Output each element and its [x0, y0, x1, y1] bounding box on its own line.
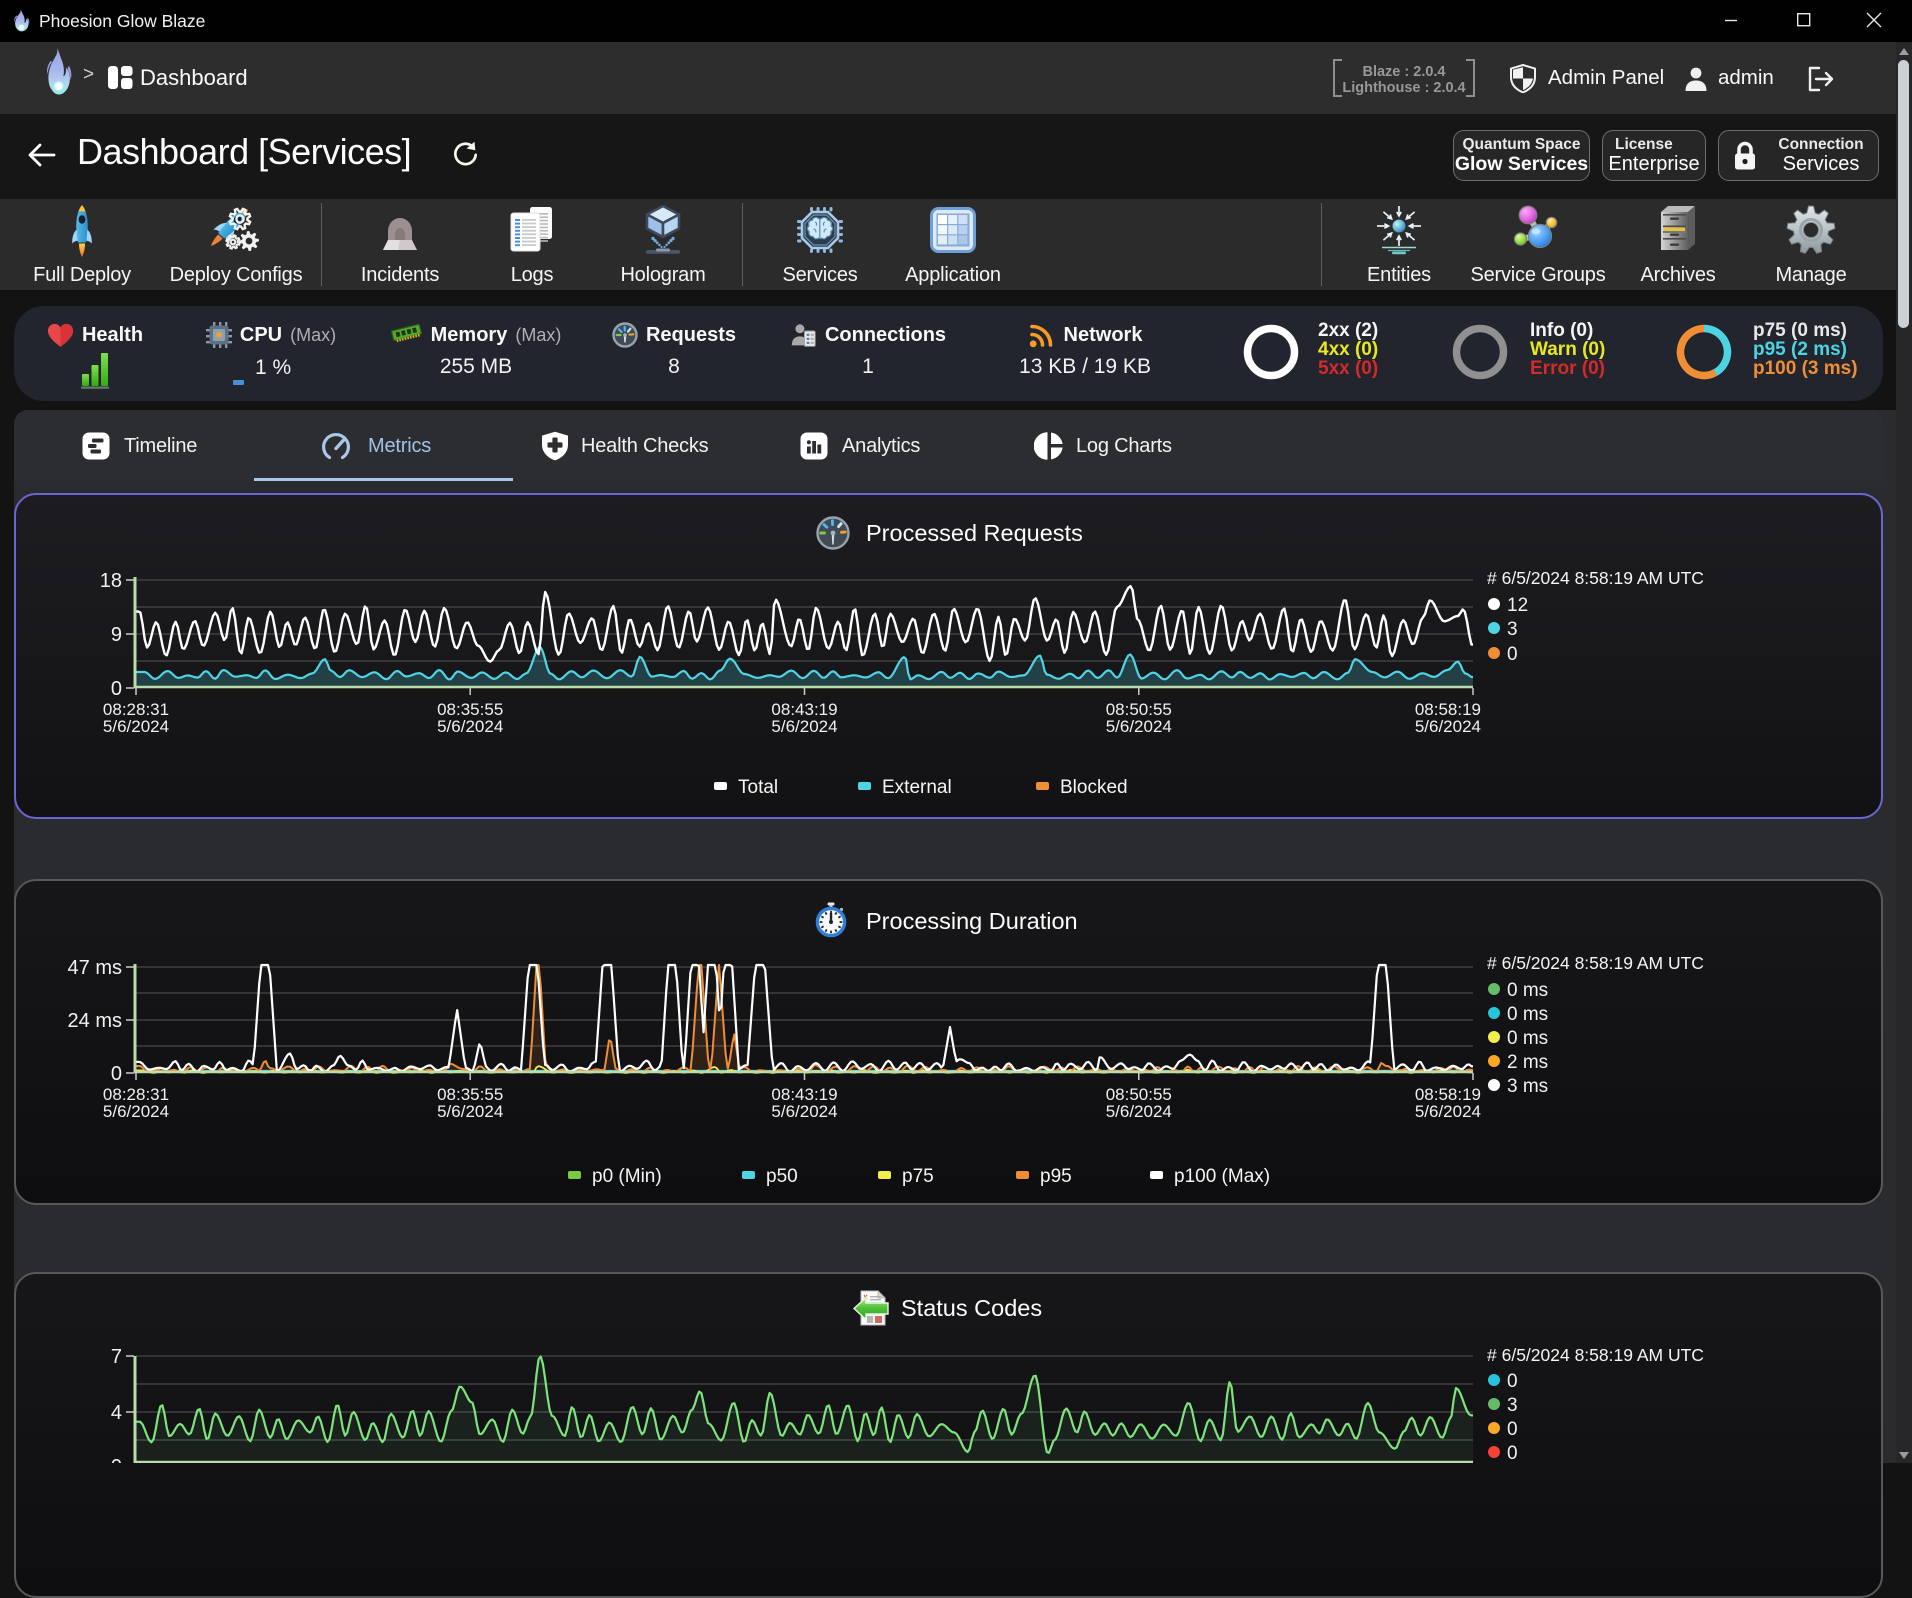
svg-text:3: 3 — [1507, 619, 1518, 640]
svg-text:5/6/2024: 5/6/2024 — [103, 1102, 169, 1121]
svg-text:0: 0 — [1507, 1419, 1518, 1440]
svg-text:3 ms: 3 ms — [1507, 1076, 1548, 1097]
svg-text:p50: p50 — [766, 1166, 798, 1187]
svg-text:0 ms: 0 ms — [1507, 1004, 1548, 1025]
svg-text:0: 0 — [1507, 1443, 1518, 1463]
svg-text:24 ms: 24 ms — [68, 1010, 122, 1032]
svg-text:5/6/2024: 5/6/2024 — [1415, 1102, 1481, 1121]
svg-text:# 6/5/2024 8:58:19 AM UTC: # 6/5/2024 8:58:19 AM UTC — [1487, 1345, 1704, 1365]
svg-text:p0 (Min): p0 (Min) — [592, 1166, 662, 1187]
svg-text:0: 0 — [111, 1456, 122, 1463]
svg-text:Total: Total — [738, 777, 778, 798]
svg-text:# 6/5/2024 8:58:19 AM UTC: # 6/5/2024 8:58:19 AM UTC — [1487, 568, 1704, 588]
svg-text:0: 0 — [1507, 1371, 1518, 1392]
svg-text:# 6/5/2024 8:58:19 AM UTC: # 6/5/2024 8:58:19 AM UTC — [1487, 953, 1704, 973]
svg-text:9: 9 — [111, 624, 122, 646]
svg-text:0 ms: 0 ms — [1507, 1028, 1548, 1049]
svg-text:4: 4 — [111, 1402, 122, 1424]
svg-text:0: 0 — [111, 1063, 122, 1085]
svg-text:External: External — [882, 777, 952, 798]
svg-text:5/6/2024: 5/6/2024 — [771, 717, 837, 736]
svg-text:0: 0 — [111, 678, 122, 700]
svg-text:Blocked: Blocked — [1060, 777, 1128, 798]
svg-text:p75: p75 — [902, 1166, 934, 1187]
svg-text:5/6/2024: 5/6/2024 — [1415, 717, 1481, 736]
svg-text:p100 (Max): p100 (Max) — [1174, 1166, 1270, 1187]
svg-text:p95: p95 — [1040, 1166, 1072, 1187]
svg-text:5/6/2024: 5/6/2024 — [437, 717, 503, 736]
svg-text:18: 18 — [100, 570, 122, 592]
svg-text:0: 0 — [1507, 644, 1518, 665]
svg-text:12: 12 — [1507, 595, 1528, 616]
svg-text:0 ms: 0 ms — [1507, 980, 1548, 1001]
svg-text:5/6/2024: 5/6/2024 — [437, 1102, 503, 1121]
svg-text:7: 7 — [111, 1346, 122, 1368]
svg-text:5/6/2024: 5/6/2024 — [1106, 717, 1172, 736]
svg-text:5/6/2024: 5/6/2024 — [1106, 1102, 1172, 1121]
svg-text:5/6/2024: 5/6/2024 — [103, 717, 169, 736]
svg-text:5/6/2024: 5/6/2024 — [771, 1102, 837, 1121]
svg-text:47 ms: 47 ms — [68, 957, 122, 979]
svg-text:3: 3 — [1507, 1395, 1518, 1416]
svg-text:2 ms: 2 ms — [1507, 1052, 1548, 1073]
